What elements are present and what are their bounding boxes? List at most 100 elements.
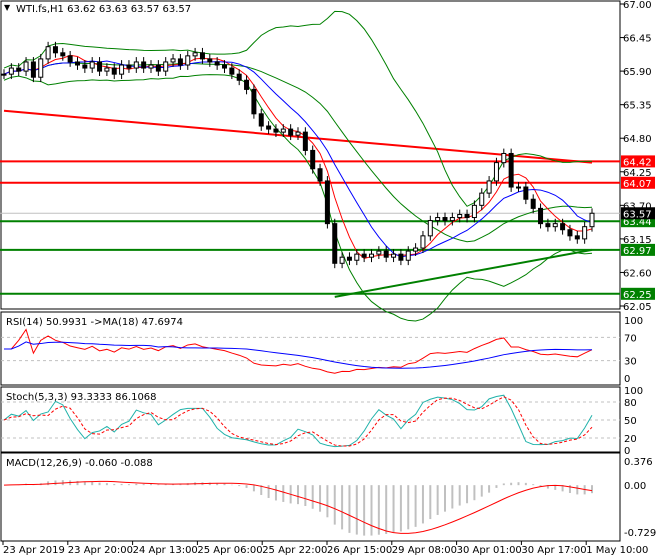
level-tag-label: 62.97 xyxy=(623,246,652,257)
price-tick-label: 66.45 xyxy=(623,34,652,45)
candle-body xyxy=(207,58,213,63)
candle-body xyxy=(530,198,536,209)
candle-body xyxy=(508,152,514,188)
stoch-tick-label: 20 xyxy=(624,434,637,445)
candle-body xyxy=(486,180,492,194)
macd-label: MACD(12,26,9) -0.060 -0.088 xyxy=(6,458,153,469)
candle-body xyxy=(567,229,573,237)
candle-body xyxy=(398,253,404,261)
candle-body xyxy=(501,152,507,164)
candle-body xyxy=(8,67,14,75)
rsi-tick-label: 70 xyxy=(624,333,637,344)
candle-body xyxy=(302,131,308,151)
candle-body xyxy=(111,67,117,75)
candle-body xyxy=(38,58,44,78)
macd-tick-label: 0.376 xyxy=(624,457,653,468)
candle-body xyxy=(273,128,279,133)
price-chart[interactable]: 67.0066.4565.9065.3564.8064.2563.7063.15… xyxy=(0,0,660,560)
stoch-label: Stoch(5,3,3) 93.3333 86.1068 xyxy=(6,392,157,403)
time-tick-label: 30 Apr 01:00 xyxy=(457,545,522,556)
candle-body xyxy=(405,250,411,261)
candle-body xyxy=(464,213,470,219)
macd-tick-label: 0.00 xyxy=(624,481,646,492)
time-tick-label: 25 Apr 22:00 xyxy=(262,545,327,556)
candle-body xyxy=(177,58,183,66)
candle-body xyxy=(560,223,566,231)
rsi-label: RSI(14) 50.9931 ->MA(18) 47.6974 xyxy=(6,317,183,328)
candle-body xyxy=(427,220,433,237)
price-tick-label: 67.00 xyxy=(623,0,652,11)
price-tick-label: 65.90 xyxy=(623,67,652,78)
rsi-tick-label: 100 xyxy=(624,316,643,327)
candle-body xyxy=(222,64,227,69)
bollinger-upper xyxy=(3,10,593,207)
candle-body xyxy=(493,162,499,182)
candle-body xyxy=(148,64,154,69)
candle-body xyxy=(23,61,29,72)
candle-body xyxy=(52,46,58,54)
time-tick-label: 25 Apr 06:00 xyxy=(197,545,262,556)
time-tick-label: 1 May 10:00 xyxy=(586,545,648,556)
candle-body xyxy=(545,223,551,228)
stoch-tick-label: 50 xyxy=(624,416,637,427)
price-tick-label: 62.60 xyxy=(623,268,652,279)
candle-body xyxy=(295,131,301,136)
candle-body xyxy=(346,256,352,261)
candle-body xyxy=(30,61,36,78)
candle-body xyxy=(471,204,477,219)
candle-body xyxy=(89,61,95,69)
candle-body xyxy=(413,247,419,252)
candle-body xyxy=(317,168,323,182)
price-tick-label: 62.05 xyxy=(623,302,652,313)
candle-body xyxy=(538,207,544,225)
candle-body xyxy=(266,125,272,130)
candle-body xyxy=(369,253,374,258)
chart-window[interactable]: 67.00 66.45 65.90 65.35 64.80 64.25 63.70 63.15… xyxy=(0,0,660,560)
time-tick-label: 30 Apr 17:00 xyxy=(521,545,586,556)
macd-tick-label: -0.729 xyxy=(624,528,656,539)
candle-body xyxy=(391,253,397,258)
time-tick-label: 26 Apr 15:00 xyxy=(327,545,392,556)
candle-body xyxy=(163,61,169,72)
chart-title: WTI.fs,H1 63.62 63.63 63.57 63.57 xyxy=(16,4,191,15)
candle-body xyxy=(126,64,132,69)
price-tick-label: 65.35 xyxy=(623,101,652,112)
stoch-tick-label: 80 xyxy=(624,398,637,409)
candle-body xyxy=(589,212,595,228)
candle-body xyxy=(574,235,580,240)
candle-body xyxy=(449,217,455,222)
candle-body xyxy=(185,55,191,66)
candle-body xyxy=(214,61,220,66)
candle-body xyxy=(376,250,382,255)
candle-body xyxy=(516,186,521,189)
rsi-line xyxy=(4,328,593,374)
candle-body xyxy=(236,73,242,81)
candle-body xyxy=(280,128,286,133)
candle-body xyxy=(82,64,88,69)
time-tick-label: 24 Apr 13:00 xyxy=(133,545,198,556)
rsi-tick-label: 30 xyxy=(624,357,637,368)
price-tick-label: 64.80 xyxy=(623,134,652,145)
stoch-tick-label: 100 xyxy=(624,386,643,397)
candle-body xyxy=(199,52,205,60)
candle-body xyxy=(75,61,80,66)
current-price-label: 63.57 xyxy=(623,209,652,220)
candle-body xyxy=(1,73,7,76)
candle-body xyxy=(141,61,147,69)
level-tag-label: 64.42 xyxy=(623,157,652,168)
candle-body xyxy=(479,192,485,206)
candle-body xyxy=(420,235,426,249)
candle-body xyxy=(523,186,529,200)
candle-body xyxy=(60,52,66,57)
level-tag-label: 64.07 xyxy=(623,179,652,190)
candle-body xyxy=(332,223,338,264)
candle-body xyxy=(244,79,250,90)
candle-body xyxy=(310,149,316,170)
candle-body xyxy=(457,213,463,219)
candle-body xyxy=(67,55,73,63)
candle-body xyxy=(442,217,448,222)
candle-body xyxy=(339,256,345,264)
stoch-signal-line xyxy=(3,396,593,447)
candle-body xyxy=(288,128,294,136)
candle-body xyxy=(582,226,588,240)
